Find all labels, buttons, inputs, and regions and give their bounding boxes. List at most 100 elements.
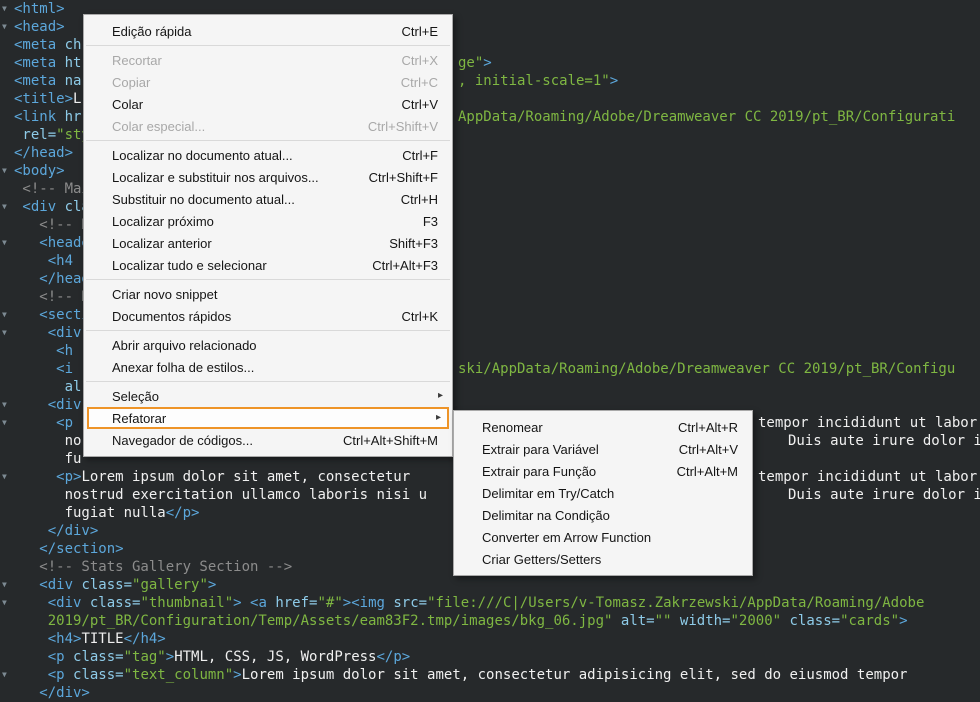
code-token: ht	[64, 55, 82, 71]
context-menu-item-anexar-folha-de-estilos[interactable]: Anexar folha de estilos...	[84, 356, 452, 378]
code-token: <!-- Mai	[22, 181, 90, 197]
fold-arrow-icon[interactable]: ▼	[2, 18, 12, 36]
code-token: hr	[64, 109, 82, 125]
context-menu-item-localizar-proximo[interactable]: Localizar próximo F3	[84, 210, 452, 232]
code-token: class=	[81, 577, 133, 593]
context-menu-item-copiar[interactable]: Copiar Ctrl+C	[84, 71, 452, 93]
code-token: alt=	[620, 613, 655, 629]
menu-item-label: Localizar próximo	[112, 213, 214, 229]
context-menu-item-colar-especial[interactable]: Colar especial... Ctrl+Shift+V	[84, 115, 452, 137]
menu-item-label: Colar especial...	[112, 118, 206, 134]
context-menu-item-colar[interactable]: Colar Ctrl+V	[84, 93, 452, 115]
menu-separator	[86, 330, 450, 331]
context-menu-item-criar-novo-snippet[interactable]: Criar novo snippet	[84, 283, 452, 305]
code-token: width=	[679, 613, 731, 629]
context-menu-item-localizar-no-documento-atual[interactable]: Localizar no documento atual... Ctrl+F	[84, 144, 452, 166]
submenu-item-converter-em-arrow-function[interactable]: Converter em Arrow Function	[454, 526, 752, 548]
code-token: ch	[64, 37, 82, 53]
code-token: "#"	[317, 595, 343, 611]
context-menu-item-navegador-de-codigos[interactable]: Navegador de códigos... Ctrl+Alt+Shift+M	[84, 429, 452, 451]
context-menu-item-edicao-rapida[interactable]: Edição rápida Ctrl+E	[84, 20, 452, 42]
code-token: <div	[22, 199, 65, 215]
fold-arrow-icon[interactable]: ▼	[2, 162, 12, 180]
context-menu-item-selecao[interactable]: Seleção ▸	[84, 385, 452, 407]
menu-item-label: Localizar anterior	[112, 235, 212, 251]
code-token: >	[609, 73, 619, 89]
menu-item-label: Delimitar em Try/Catch	[482, 485, 615, 501]
code-line: ▼ <div class="gallery">	[0, 576, 980, 594]
code-token: >	[207, 577, 217, 593]
code-right-fragment: tempor incididunt ut labor	[758, 468, 977, 486]
menu-item-label: Renomear	[482, 419, 543, 435]
code-token: <body>	[14, 163, 65, 179]
code-token: <title>	[14, 91, 74, 107]
submenu-arrow-icon: ▸	[435, 412, 441, 423]
submenu-item-extrair-para-variavel[interactable]: Extrair para Variável Ctrl+Alt+V	[454, 438, 752, 460]
code-right-fragment: , initial-scale=1">	[458, 72, 618, 90]
context-menu-item-refatorar[interactable]: Refatorar ▸	[87, 407, 449, 429]
fold-arrow-icon[interactable]: ▼	[2, 576, 12, 594]
code-token: >	[233, 667, 242, 683]
menu-separator	[86, 279, 450, 280]
code-token: <meta	[14, 55, 65, 71]
code-token: href=	[275, 595, 318, 611]
fold-arrow-icon[interactable]: ▼	[2, 414, 12, 432]
submenu-item-extrair-para-funcao[interactable]: Extrair para Função Ctrl+Alt+M	[454, 460, 752, 482]
context-menu-item-localizar-tudo-e-selecionar[interactable]: Localizar tudo e selecionar Ctrl+Alt+F3	[84, 254, 452, 276]
submenu-item-renomear[interactable]: Renomear Ctrl+Alt+R	[454, 416, 752, 438]
menu-item-label: Localizar tudo e selecionar	[112, 257, 267, 273]
code-token: <p	[56, 415, 73, 431]
menu-item-shortcut: Ctrl+Alt+F3	[372, 257, 438, 273]
code-line: 2019/pt_BR/Configuration/Temp/Assets/eam…	[0, 612, 980, 630]
menu-item-shortcut: Ctrl+K	[401, 308, 438, 324]
fold-arrow-icon[interactable]: ▼	[2, 396, 12, 414]
fold-arrow-icon[interactable]: ▼	[2, 234, 12, 252]
menu-item-shortcut: Ctrl+Alt+Shift+M	[342, 432, 438, 448]
menu-item-shortcut: Ctrl+Shift+V	[367, 118, 438, 134]
fold-arrow-icon[interactable]: ▼	[2, 468, 12, 486]
code-token: </div>	[47, 523, 99, 539]
context-menu-item-documentos-rapidos[interactable]: Documentos rápidos Ctrl+K	[84, 305, 452, 327]
code-token: <head>	[14, 19, 65, 35]
code-token: <meta	[14, 73, 65, 89]
context-menu-item-localizar-e-substituir-nos-arquivos[interactable]: Localizar e substituir nos arquivos... Ct…	[84, 166, 452, 188]
code-token: Lorem ipsum dolor sit amet, consectetur …	[241, 667, 908, 683]
menu-item-label: Recortar	[112, 52, 162, 68]
fold-arrow-icon[interactable]: ▼	[2, 666, 12, 684]
fold-arrow-icon[interactable]: ▼	[2, 324, 12, 342]
submenu-item-delimitar-em-try-catch[interactable]: Delimitar em Try/Catch	[454, 482, 752, 504]
submenu-item-delimitar-na-condicao[interactable]: Delimitar na Condição	[454, 504, 752, 526]
code-token: src=	[393, 595, 428, 611]
code-token: <i	[56, 361, 73, 377]
context-menu-item-substituir-no-documento-atual[interactable]: Substituir no documento atual... Ctrl+H	[84, 188, 452, 210]
menu-item-shortcut: Ctrl+C	[400, 74, 438, 90]
code-right-fragment: tempor incididunt ut labor	[758, 414, 977, 432]
fold-arrow-icon[interactable]: ▼	[2, 306, 12, 324]
code-token: <h4	[47, 253, 74, 269]
code-token: ski/AppData/Roaming/Adobe/Dreamweaver CC…	[458, 361, 956, 377]
fold-arrow-icon[interactable]: ▼	[2, 594, 12, 612]
code-token: fu	[64, 451, 82, 467]
code-token: L	[73, 91, 82, 107]
menu-item-label: Edição rápida	[112, 23, 192, 39]
code-line: ▼ <div class="thumbnail"> <a href="#"><im…	[0, 594, 980, 612]
submenu-item-criar-getters-setters[interactable]: Criar Getters/Setters	[454, 548, 752, 570]
code-token: </h4>	[123, 631, 166, 647]
code-token: <p	[47, 667, 74, 683]
context-menu: Edição rápida Ctrl+E Recortar Ctrl+X Copiar C…	[83, 14, 453, 457]
code-token: al	[64, 379, 82, 395]
context-menu-item-abrir-arquivo-relacionado[interactable]: Abrir arquivo relacionado	[84, 334, 452, 356]
menu-item-label: Documentos rápidos	[112, 308, 232, 324]
context-menu-item-localizar-anterior[interactable]: Localizar anterior Shift+F3	[84, 232, 452, 254]
context-menu-item-recortar[interactable]: Recortar Ctrl+X	[84, 49, 452, 71]
fold-arrow-icon[interactable]: ▼	[2, 0, 12, 18]
fold-arrow-icon[interactable]: ▼	[2, 198, 12, 216]
